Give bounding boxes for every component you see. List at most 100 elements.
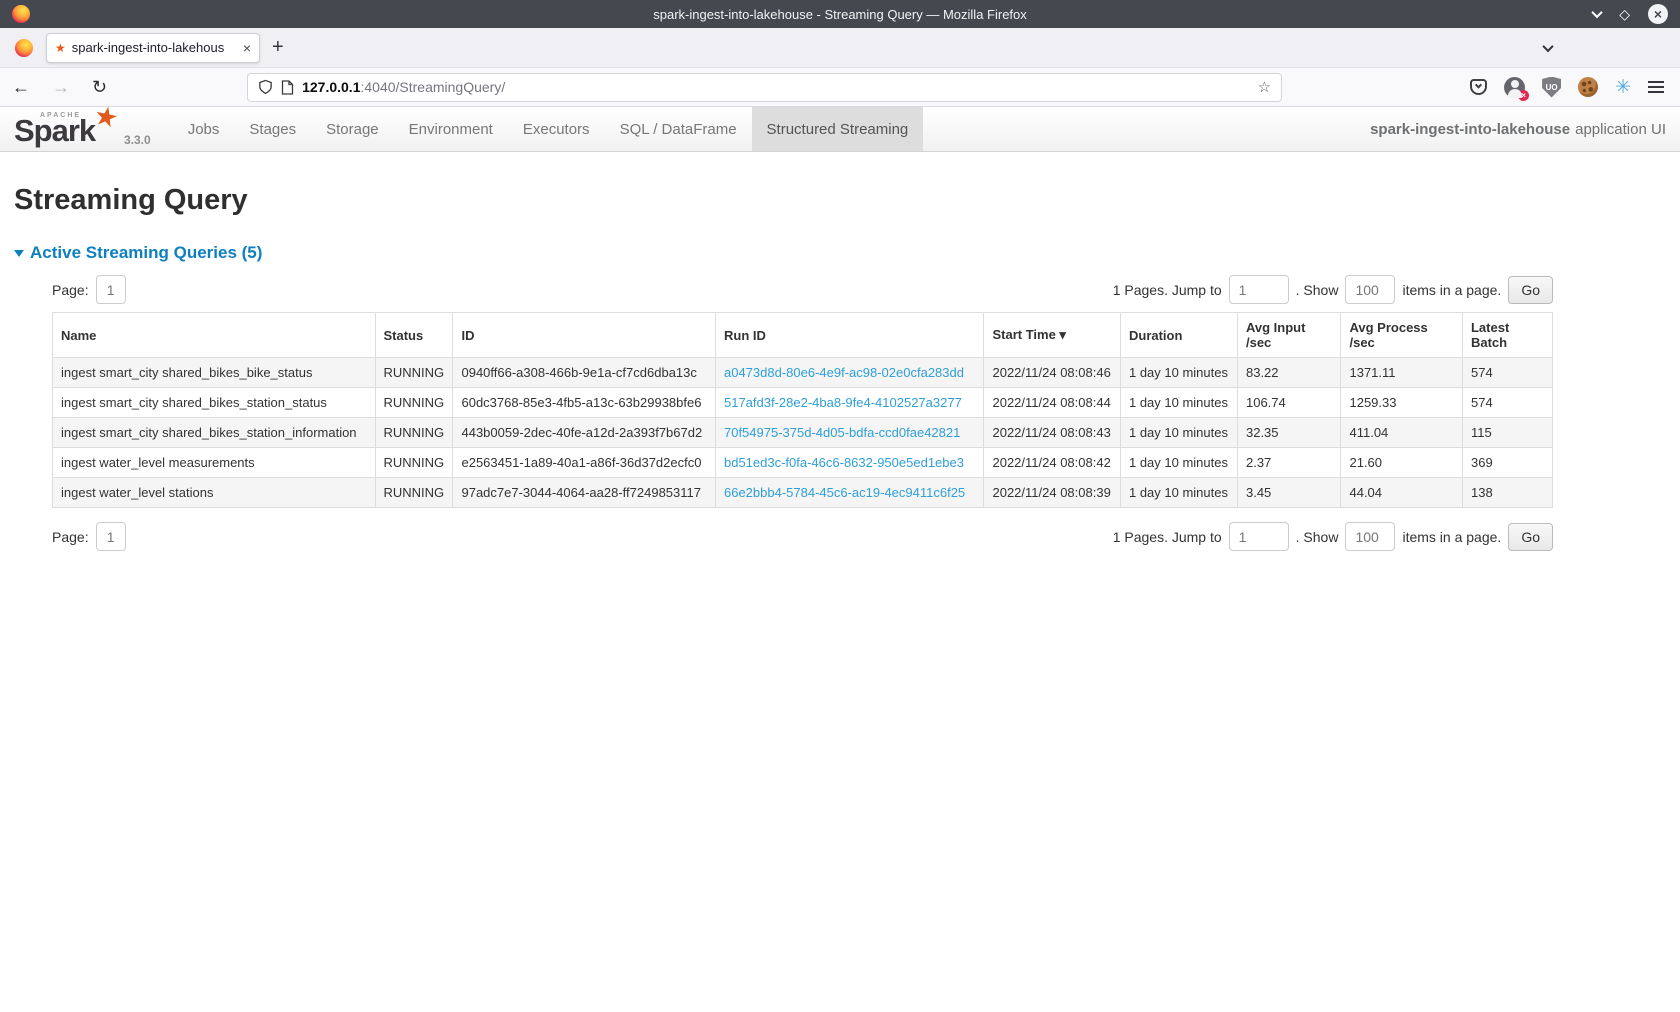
cell-status: RUNNING	[375, 448, 453, 478]
close-window-button[interactable]: ×	[1648, 4, 1668, 24]
new-tab-button[interactable]: +	[272, 36, 284, 59]
nav-tab-structured-streaming[interactable]: Structured Streaming	[752, 107, 924, 151]
bookmark-star-icon[interactable]: ☆	[1258, 78, 1271, 96]
nav-tab-stages[interactable]: Stages	[234, 107, 311, 151]
column-header-status[interactable]: Status	[375, 313, 453, 358]
nav-tab-executors[interactable]: Executors	[508, 107, 605, 151]
page-info-icon[interactable]	[281, 80, 294, 95]
show-count-input[interactable]	[1345, 275, 1395, 304]
cell-latest-batch: 574	[1462, 388, 1552, 418]
cell-start-time: 2022/11/24 08:08:39	[984, 478, 1121, 508]
spark-version: 3.3.0	[124, 133, 151, 147]
active-queries-toggle[interactable]: Active Streaming Queries (5)	[14, 243, 1666, 263]
run-id-link[interactable]: 66e2bbb4-5784-45c6-ac19-4ec9411c6f25	[724, 485, 965, 500]
cell-run-id: a0473d8d-80e6-4e9f-ac98-02e0cfa283dd	[715, 358, 984, 388]
cell-avg-input: 83.22	[1237, 358, 1341, 388]
cell-avg-input: 3.45	[1237, 478, 1341, 508]
cell-name: ingest smart_city shared_bikes_bike_stat…	[53, 358, 376, 388]
show-count-input[interactable]	[1345, 522, 1395, 551]
cell-duration: 1 day 10 minutes	[1120, 478, 1237, 508]
items-label: items in a page.	[1402, 529, 1501, 545]
column-header-latest-batch[interactable]: Latest Batch	[1462, 313, 1552, 358]
column-header-name[interactable]: Name	[53, 313, 376, 358]
list-all-tabs-button[interactable]	[1544, 39, 1552, 57]
application-suffix: application UI	[1575, 121, 1666, 138]
pages-summary: 1 Pages. Jump to	[1113, 529, 1222, 545]
application-ui-label: spark-ingest-into-lakehouse application …	[1370, 107, 1666, 151]
cell-start-time: 2022/11/24 08:08:42	[984, 448, 1121, 478]
run-id-link[interactable]: 70f54975-375d-4d05-bdfa-ccd0fae42821	[724, 425, 960, 440]
nav-tab-jobs[interactable]: Jobs	[173, 107, 235, 151]
menu-icon[interactable]	[1648, 86, 1664, 88]
window-title: spark-ingest-into-lakehouse - Streaming …	[0, 7, 1680, 22]
page-number-input[interactable]	[96, 275, 126, 304]
spark-logo[interactable]: APACHE Spark ★ 3.3.0	[14, 107, 151, 151]
streaming-queries-table: NameStatusIDRun IDStart Time ▾DurationAv…	[52, 312, 1553, 508]
back-button[interactable]: ←	[12, 78, 30, 96]
cell-duration: 1 day 10 minutes	[1120, 358, 1237, 388]
cell-id: 60dc3768-85e3-4fb5-a13c-63b29938bfe6	[453, 388, 716, 418]
page-number-input[interactable]	[96, 522, 126, 551]
table-row: ingest smart_city shared_bikes_station_s…	[53, 388, 1553, 418]
shield-icon[interactable]	[258, 79, 273, 95]
page-title: Streaming Query	[14, 184, 1666, 217]
run-id-link[interactable]: a0473d8d-80e6-4e9f-ac98-02e0cfa283dd	[724, 365, 964, 380]
spark-star-icon: ★	[91, 100, 121, 135]
column-header-avg-process-sec[interactable]: Avg Process /sec	[1341, 313, 1463, 358]
run-id-link[interactable]: 517afd3f-28e2-4ba8-9fe4-4102527a3277	[724, 395, 962, 410]
nav-tab-sql-dataframe[interactable]: SQL / DataFrame	[605, 107, 752, 151]
spark-favicon-icon: ★	[55, 42, 66, 54]
cell-avg-input: 32.35	[1237, 418, 1341, 448]
show-label: . Show	[1296, 529, 1339, 545]
column-header-id[interactable]: ID	[453, 313, 716, 358]
firefox-window-icon	[12, 5, 30, 23]
cell-avg-process: 411.04	[1341, 418, 1463, 448]
column-header-start-time[interactable]: Start Time ▾	[984, 313, 1121, 358]
minimize-button[interactable]	[1593, 5, 1601, 23]
go-button[interactable]: Go	[1508, 276, 1553, 304]
spark-logo-word: Spark	[14, 113, 95, 149]
nav-tab-environment[interactable]: Environment	[394, 107, 508, 151]
column-header-avg-input-sec[interactable]: Avg Input /sec	[1237, 313, 1341, 358]
cell-run-id: bd51ed3c-f0fa-46c6-8632-950e5ed1ebe3	[715, 448, 984, 478]
firefox-view-icon	[15, 39, 33, 57]
url-host: 127.0.0.1	[302, 79, 360, 95]
pages-summary: 1 Pages. Jump to	[1113, 282, 1222, 298]
column-header-run-id[interactable]: Run ID	[715, 313, 984, 358]
url-bar[interactable]: 127.0.0.1:4040/StreamingQuery/ ☆	[247, 73, 1282, 102]
cell-run-id: 66e2bbb4-5784-45c6-ac19-4ec9411c6f25	[715, 478, 984, 508]
go-button[interactable]: Go	[1508, 523, 1553, 551]
nav-tab-storage[interactable]: Storage	[311, 107, 394, 151]
cell-start-time: 2022/11/24 08:08:46	[984, 358, 1121, 388]
forward-button[interactable]: →	[52, 78, 70, 96]
pocket-icon[interactable]	[1470, 79, 1487, 95]
firefox-view-button[interactable]	[8, 33, 40, 63]
url-text[interactable]: 127.0.0.1:4040/StreamingQuery/	[302, 79, 505, 95]
column-header-duration[interactable]: Duration	[1120, 313, 1237, 358]
cell-avg-input: 106.74	[1237, 388, 1341, 418]
cell-avg-process: 44.04	[1341, 478, 1463, 508]
asterisk-extension-icon[interactable]: ✳	[1615, 78, 1631, 97]
active-queries-section: Page: 1 Pages. Jump to . Show items in a…	[52, 275, 1553, 551]
cell-run-id: 517afd3f-28e2-4ba8-9fe4-4102527a3277	[715, 388, 984, 418]
close-tab-icon[interactable]: ×	[243, 41, 251, 55]
cell-latest-batch: 369	[1462, 448, 1552, 478]
browser-tab[interactable]: ★ spark-ingest-into-lakehous ×	[46, 33, 260, 63]
tab-title: spark-ingest-into-lakehous	[72, 40, 237, 55]
run-id-link[interactable]: bd51ed3c-f0fa-46c6-8632-950e5ed1ebe3	[724, 455, 964, 470]
cell-avg-input: 2.37	[1237, 448, 1341, 478]
cell-status: RUNNING	[375, 418, 453, 448]
jump-to-input[interactable]	[1229, 275, 1289, 304]
cell-start-time: 2022/11/24 08:08:44	[984, 388, 1121, 418]
show-label: . Show	[1296, 282, 1339, 298]
cookie-extension-icon[interactable]	[1578, 77, 1598, 97]
jump-to-input[interactable]	[1229, 522, 1289, 551]
cell-latest-batch: 574	[1462, 358, 1552, 388]
account-icon[interactable]: ×	[1504, 77, 1525, 98]
reload-button[interactable]: ↻	[92, 78, 107, 96]
ublock-origin-icon[interactable]: UO	[1542, 77, 1561, 98]
url-path: :4040/StreamingQuery/	[360, 79, 505, 95]
bottom-pagination: Page: 1 Pages. Jump to . Show items in a…	[52, 522, 1553, 551]
collapse-arrow-icon	[14, 250, 24, 257]
maximize-button[interactable]: ◇	[1619, 7, 1630, 21]
